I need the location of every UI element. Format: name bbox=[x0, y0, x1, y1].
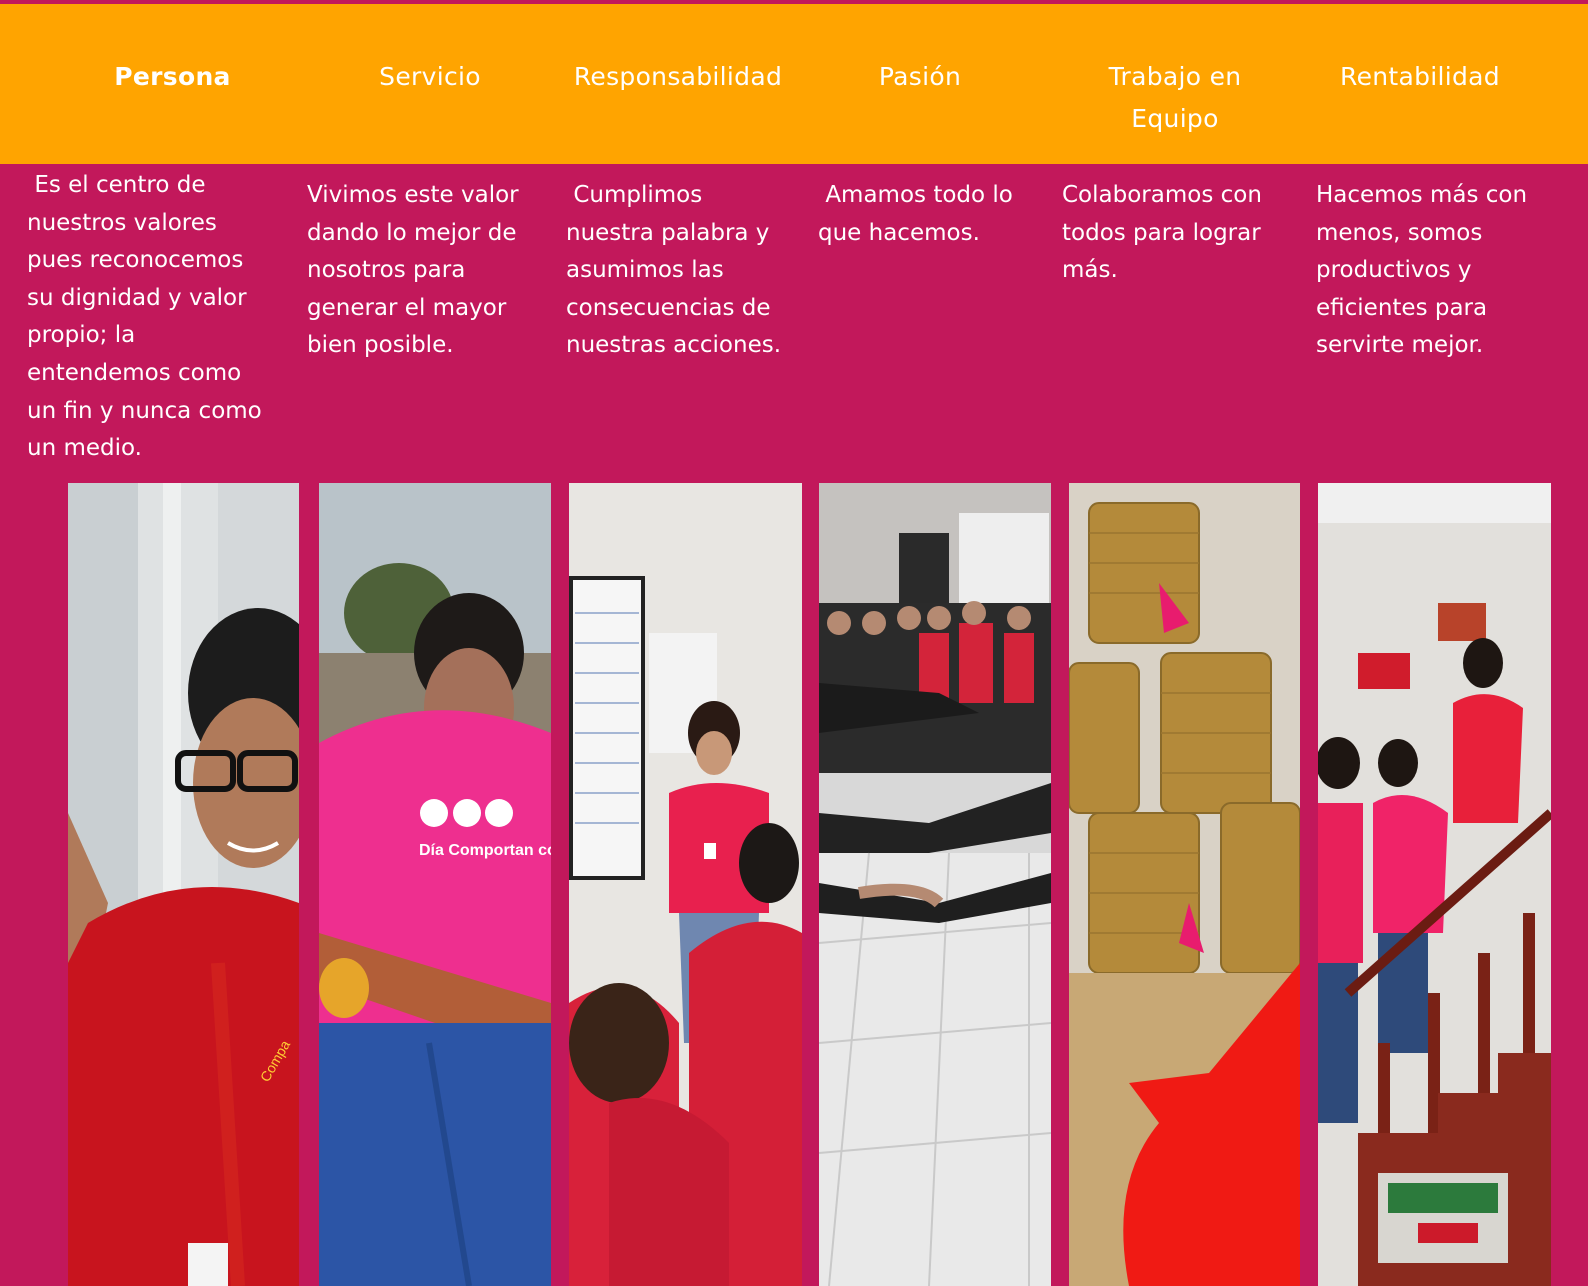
photo-trabajo-en-equipo bbox=[1069, 483, 1300, 1286]
value-description-servicio: Vivimos este valor dando lo mejor de nos… bbox=[307, 182, 519, 359]
value-description-persona: Es el centro de nuestros valores pues re… bbox=[27, 172, 262, 462]
value-title-pasion: Pasión bbox=[878, 62, 962, 91]
photo-persona: Compa bbox=[68, 483, 299, 1286]
value-title-responsabilidad: Responsabilidad bbox=[573, 62, 783, 91]
value-description-pasion: Amamos todo lo que hacemos. bbox=[818, 182, 1013, 246]
photo-responsabilidad bbox=[569, 483, 802, 1286]
photo-servicio: Día Comportan con tu Comunid bbox=[319, 483, 551, 1286]
photo-pasion bbox=[819, 483, 1051, 1286]
value-title-rentabilidad: Rentabilidad bbox=[1340, 62, 1500, 91]
value-description-responsabilidad: Cumplimos nuestra palabra y asumimos las… bbox=[566, 182, 782, 359]
photo-rentabilidad bbox=[1318, 483, 1551, 1286]
value-title-trabajo-en-equipo: Trabajo en Equipo bbox=[1108, 62, 1242, 133]
shirt-print-text: Día Comportan con tu Comunid bbox=[419, 842, 551, 859]
value-title-persona: Persona bbox=[114, 62, 231, 91]
value-title-servicio: Servicio bbox=[379, 62, 481, 91]
value-description-trabajo-en-equipo: Colaboramos con todos para lograr más. bbox=[1062, 182, 1262, 284]
value-description-rentabilidad: Hacemos más con menos, somos productivos… bbox=[1316, 182, 1528, 359]
